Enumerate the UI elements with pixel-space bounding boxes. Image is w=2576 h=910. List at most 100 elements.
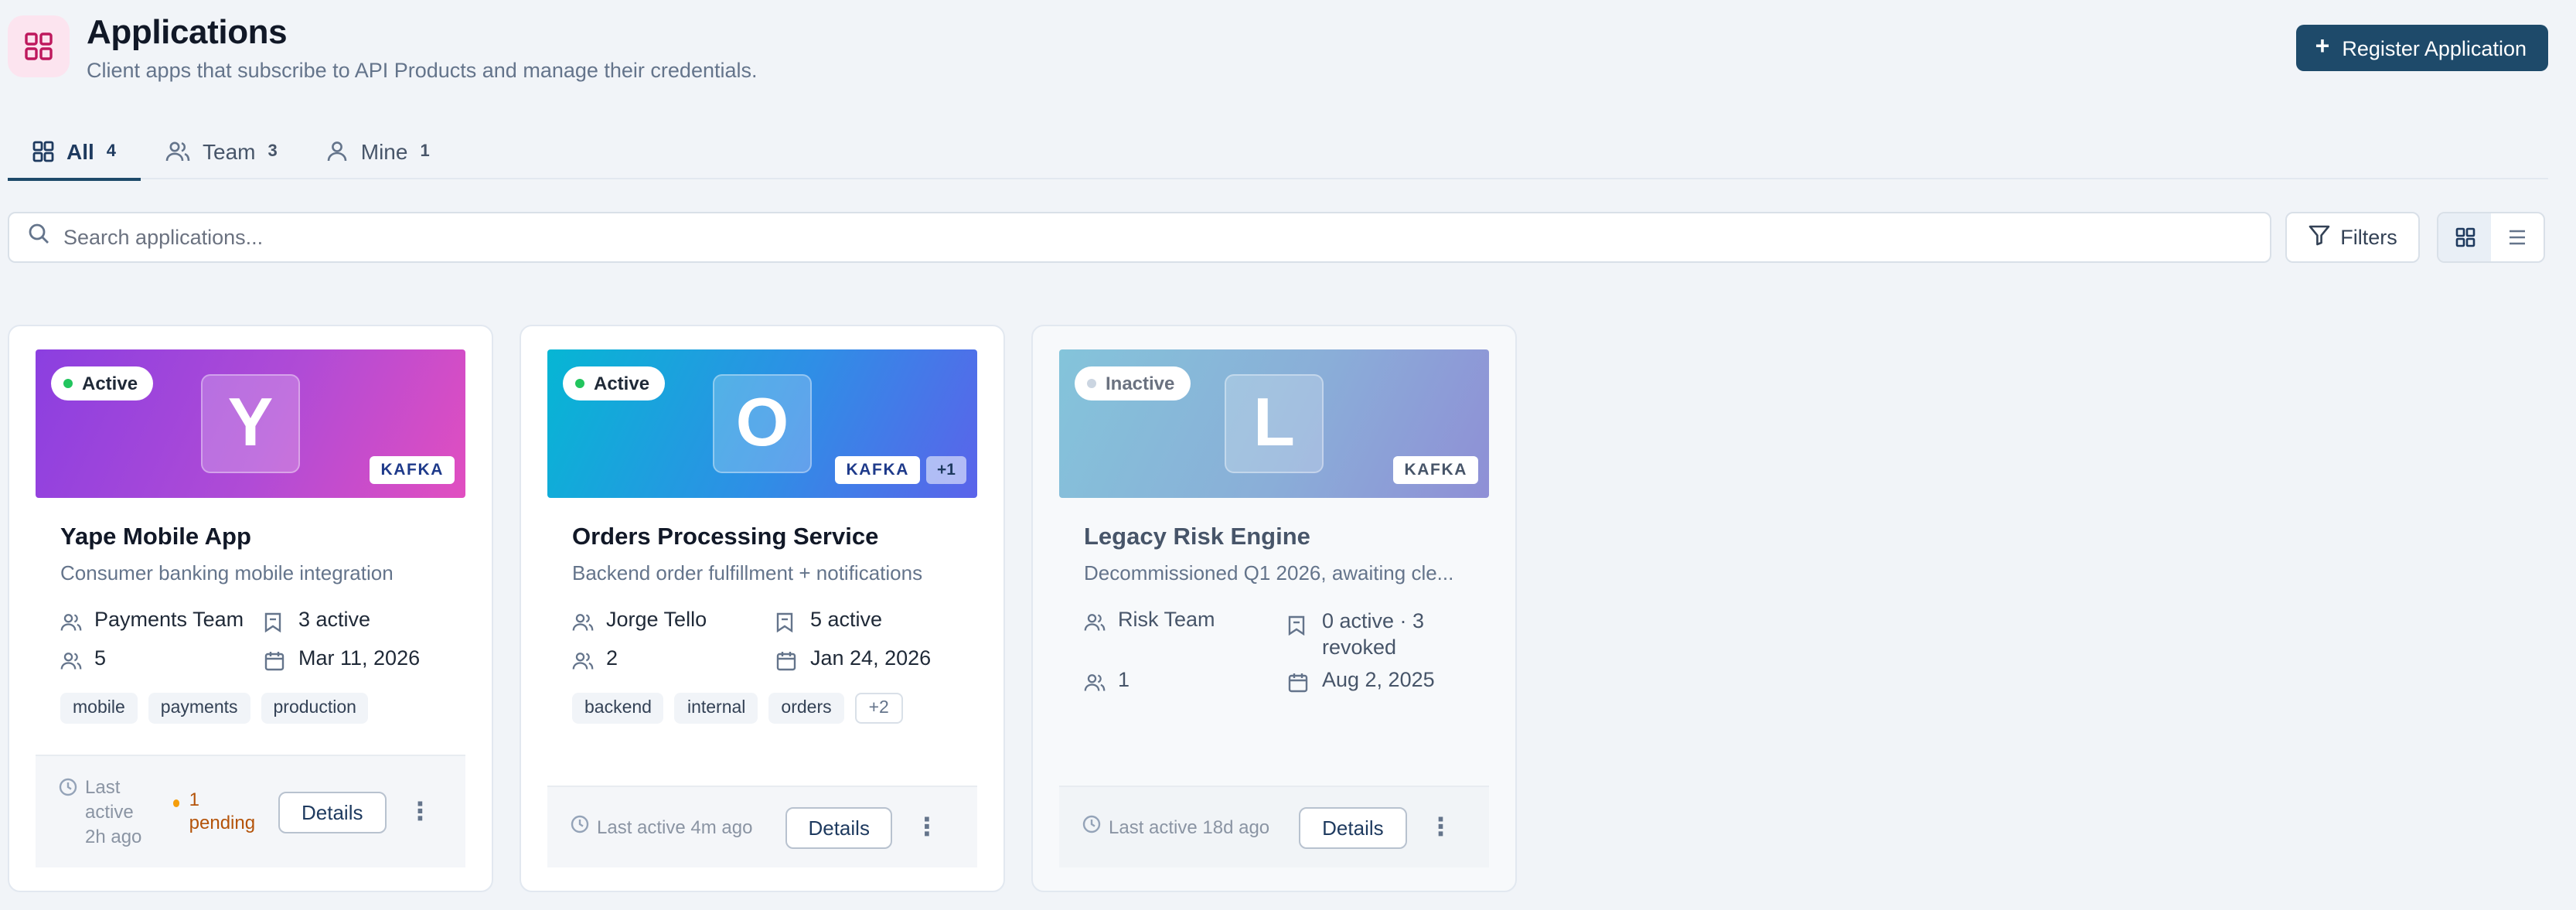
clock-icon — [571, 815, 589, 840]
app-description: Decommissioned Q1 2026, awaiting cle... — [1084, 561, 1454, 585]
search-input[interactable] — [63, 226, 2270, 249]
protocol-badge: KAFKA — [370, 456, 455, 484]
created-date-label: Aug 2, 2025 — [1322, 668, 1435, 691]
more-options-icon[interactable]: ⋮ — [911, 812, 942, 843]
search-icon — [28, 223, 49, 252]
credentials-label-cont: revoked — [1322, 636, 1397, 659]
owner-team-label: Payments Team — [94, 608, 244, 631]
credentials-label: 5 active — [810, 608, 883, 631]
members-count: 5 — [60, 646, 106, 673]
filters-label: Filters — [2340, 226, 2397, 249]
page-title: Applications — [87, 12, 288, 51]
list-view-button[interactable] — [2491, 213, 2544, 261]
credentials-count: 3 active — [264, 608, 370, 634]
tab-team-count: 3 — [267, 142, 278, 161]
card-banner: Active O KAFKA +1 — [547, 349, 977, 498]
card-footer: Last active 2h ago 1 pending Details ⋮ — [36, 755, 465, 867]
key-bookmark-icon — [264, 609, 286, 634]
status-label: Inactive — [1106, 373, 1175, 394]
register-application-button[interactable]: + Register Application — [2296, 25, 2548, 71]
application-card[interactable]: Inactive L KAFKA Legacy Risk Engine Deco… — [1031, 325, 1517, 892]
last-active: Last active 4m ago — [571, 815, 752, 840]
application-card[interactable]: Active Y KAFKA Yape Mobile App Consumer … — [8, 325, 493, 892]
app-description: Backend order fulfillment + notification… — [572, 561, 923, 585]
status-dot-icon — [575, 379, 584, 388]
tag: backend — [572, 693, 664, 724]
status-badge: Inactive — [1075, 366, 1191, 400]
tag-list: backend internal orders +2 — [572, 693, 903, 724]
users-icon — [1084, 609, 1106, 634]
protocol-more-badge: +1 — [926, 456, 966, 484]
tab-team-label: Team — [203, 139, 256, 164]
calendar-icon — [1288, 670, 1310, 694]
members-label: 1 — [1118, 668, 1130, 691]
more-options-icon[interactable]: ⋮ — [405, 796, 436, 827]
tab-mine[interactable]: Mine 1 — [302, 124, 455, 179]
page-header: Applications Client apps that subscribe … — [8, 12, 2548, 90]
details-button[interactable]: Details — [1299, 806, 1407, 848]
tag: production — [261, 693, 369, 724]
app-avatar: Y — [201, 374, 300, 473]
key-bookmark-icon — [776, 609, 798, 634]
register-application-label: Register Application — [2342, 36, 2527, 60]
protocol-badge: KAFKA — [1393, 456, 1478, 484]
details-button[interactable]: Details — [785, 806, 893, 848]
created-date-label: Mar 11, 2026 — [298, 646, 421, 670]
list-view-icon — [2510, 230, 2525, 245]
clock-icon — [59, 778, 77, 803]
view-toggle — [2437, 212, 2545, 263]
members-label: 5 — [94, 646, 107, 670]
scope-tabs: All 4 Team 3 Mine 1 — [8, 124, 2548, 181]
tab-mine-label: Mine — [360, 139, 408, 164]
grid-view-icon — [2455, 227, 2475, 247]
tab-all[interactable]: All 4 — [8, 124, 141, 181]
application-card[interactable]: Active O KAFKA +1 Orders Processing Serv… — [520, 325, 1005, 892]
owner-team: Risk Team — [1084, 608, 1215, 634]
more-tags-badge[interactable]: +2 — [854, 693, 903, 724]
credentials-count: 5 active — [776, 608, 882, 634]
tab-all-label: All — [66, 139, 94, 164]
tab-all-count: 4 — [106, 142, 117, 161]
applications-grid-icon — [8, 15, 70, 77]
app-name[interactable]: Legacy Risk Engine — [1084, 524, 1310, 552]
card-banner: Active Y KAFKA — [36, 349, 465, 498]
card-footer: Last active 18d ago Details ⋮ — [1059, 786, 1489, 867]
credentials-label: 0 active · 3 — [1322, 609, 1425, 632]
grid-view-button[interactable] — [2438, 213, 2491, 261]
pending-requests: 1 pending — [173, 789, 260, 835]
calendar-icon — [264, 648, 286, 673]
members-count: 2 — [572, 646, 618, 673]
user-icon — [327, 141, 349, 162]
tag-list: mobile payments production — [60, 693, 369, 724]
card-footer: Last active 4m ago Details ⋮ — [547, 786, 977, 867]
last-active: Last active 18d ago — [1082, 815, 1269, 840]
users-icon — [1084, 670, 1106, 694]
grid-icon — [32, 141, 54, 162]
last-active-label: Last active 2h ago — [85, 776, 142, 847]
app-avatar: L — [1225, 374, 1324, 473]
filter-icon — [2308, 224, 2329, 251]
app-name[interactable]: Yape Mobile App — [60, 524, 251, 552]
details-button[interactable]: Details — [278, 791, 387, 833]
owner-team-label: Risk Team — [1118, 608, 1215, 631]
app-description: Consumer banking mobile integration — [60, 561, 394, 585]
status-label: Active — [82, 373, 138, 394]
tag: payments — [148, 693, 250, 724]
filters-button[interactable]: Filters — [2285, 212, 2420, 263]
status-dot-icon — [1087, 379, 1096, 388]
pending-label: 1 pending — [189, 789, 256, 833]
tab-team[interactable]: Team 3 — [141, 124, 302, 179]
key-bookmark-icon — [1288, 612, 1310, 637]
card-banner: Inactive L KAFKA — [1059, 349, 1489, 498]
tag: orders — [768, 693, 844, 724]
credentials-count: 0 active · 3 revoked — [1288, 608, 1424, 660]
owner-team-label: Jorge Tello — [606, 608, 707, 631]
last-active: Last active 2h ago — [59, 775, 155, 849]
last-active-label: Last active 4m ago — [597, 816, 753, 838]
page-subtitle: Client apps that subscribe to API Produc… — [87, 59, 758, 82]
app-avatar: O — [713, 374, 812, 473]
app-name[interactable]: Orders Processing Service — [572, 524, 878, 552]
owner-team: Payments Team — [60, 608, 244, 634]
more-options-icon[interactable]: ⋮ — [1426, 812, 1457, 843]
users-icon — [60, 648, 82, 673]
